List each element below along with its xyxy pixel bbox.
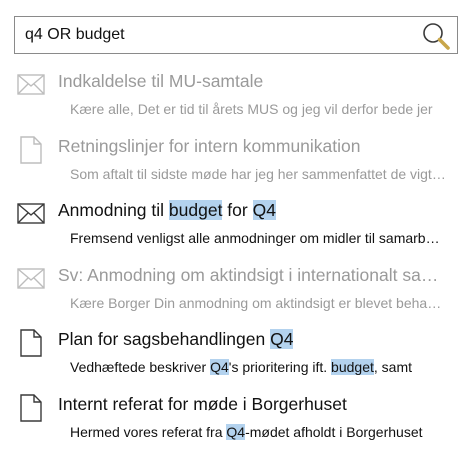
- result-snippet: Fremsend venligst alle anmodninger om mi…: [70, 228, 446, 248]
- search-box[interactable]: [14, 16, 458, 54]
- result-snippet-text: Kære alle, Det er tid til årets MUS og j…: [70, 101, 433, 117]
- result-title: Indkaldelse til MU-samtale: [58, 69, 448, 93]
- document-icon: [17, 329, 45, 358]
- result-snippet-text: -mødet afholdt i Borgerhuset: [245, 423, 423, 440]
- result-snippet-text: Som aftalt til sidste møde har jeg her s…: [70, 165, 446, 182]
- result-title-text: Internt referat for møde i Borgerhuset: [58, 393, 347, 414]
- search-result-item[interactable]: Sv: Anmodning om aktindsigt i internatio…: [0, 257, 475, 322]
- mail-icon: [17, 265, 45, 293]
- document-icon: [17, 394, 45, 422]
- search-result-item[interactable]: Internt referat for møde i Borgerhuset He…: [0, 386, 475, 451]
- mail-icon: [17, 71, 45, 99]
- result-title-text: Anmodning til: [58, 200, 169, 221]
- result-snippet-text: Fremsend venligst alle anmodninger om mi…: [70, 230, 446, 247]
- highlighted-term: Q4: [226, 423, 246, 440]
- result-title-text: Plan for sagsbehandlingen: [58, 329, 271, 350]
- highlighted-term: Q4: [210, 359, 229, 376]
- result-snippet-text: , samt: [373, 359, 412, 376]
- highlighted-term: Q4: [252, 200, 276, 221]
- result-snippet-text: Vedhæftede beskriver: [70, 359, 211, 376]
- result-snippet-text: 's prioritering ift.: [228, 359, 332, 376]
- highlighted-term: Q4: [270, 329, 294, 350]
- result-title: Retningslinjer for intern kommunikation: [58, 134, 448, 158]
- result-title: Sv: Anmodning om aktindsigt i internatio…: [58, 263, 448, 287]
- search-input[interactable]: [25, 17, 415, 53]
- result-title: Anmodning til budget for Q4: [58, 198, 448, 222]
- document-icon: [17, 135, 45, 164]
- search-result-item[interactable]: Retningslinjer for intern kommunikation S…: [0, 128, 475, 193]
- search-result-item[interactable]: Plan for sagsbehandlingen Q4 Vedhæftede b…: [0, 321, 475, 386]
- result-snippet: Hermed vores referat fra Q4-mødet afhold…: [70, 422, 446, 442]
- search-result-item[interactable]: Anmodning til budget for Q4 Fremsend venl…: [0, 192, 475, 257]
- result-title: Plan for sagsbehandlingen Q4: [58, 327, 448, 351]
- result-snippet: Vedhæftede beskriver Q4's prioritering i…: [70, 357, 446, 377]
- result-title-text: Retningslinjer for intern kommunikation: [58, 135, 361, 156]
- result-snippet-text: Kære Borger Din anmodning om aktindsigt …: [70, 294, 446, 311]
- result-title-text: for: [222, 200, 253, 221]
- highlighted-term: budget: [168, 200, 223, 221]
- search-icon[interactable]: [421, 21, 451, 51]
- result-title-text: Sv: Anmodning om aktindsigt i internatio…: [58, 264, 448, 285]
- result-snippet-text: Hermed vores referat fra: [70, 423, 227, 440]
- search-results-list: Indkaldelse til MU-samtale Kære alle, Det…: [0, 63, 475, 451]
- result-title-text: Indkaldelse til MU-samtale: [58, 71, 264, 91]
- result-snippet: Kære Borger Din anmodning om aktindsigt …: [70, 293, 446, 313]
- result-snippet: Som aftalt til sidste møde har jeg her s…: [70, 164, 446, 184]
- result-title: Internt referat for møde i Borgerhuset: [58, 392, 448, 416]
- result-snippet: Kære alle, Det er tid til årets MUS og j…: [70, 99, 446, 119]
- mail-icon: [17, 200, 45, 228]
- search-result-item[interactable]: Indkaldelse til MU-samtale Kære alle, Det…: [0, 63, 475, 128]
- highlighted-term: budget: [331, 359, 374, 376]
